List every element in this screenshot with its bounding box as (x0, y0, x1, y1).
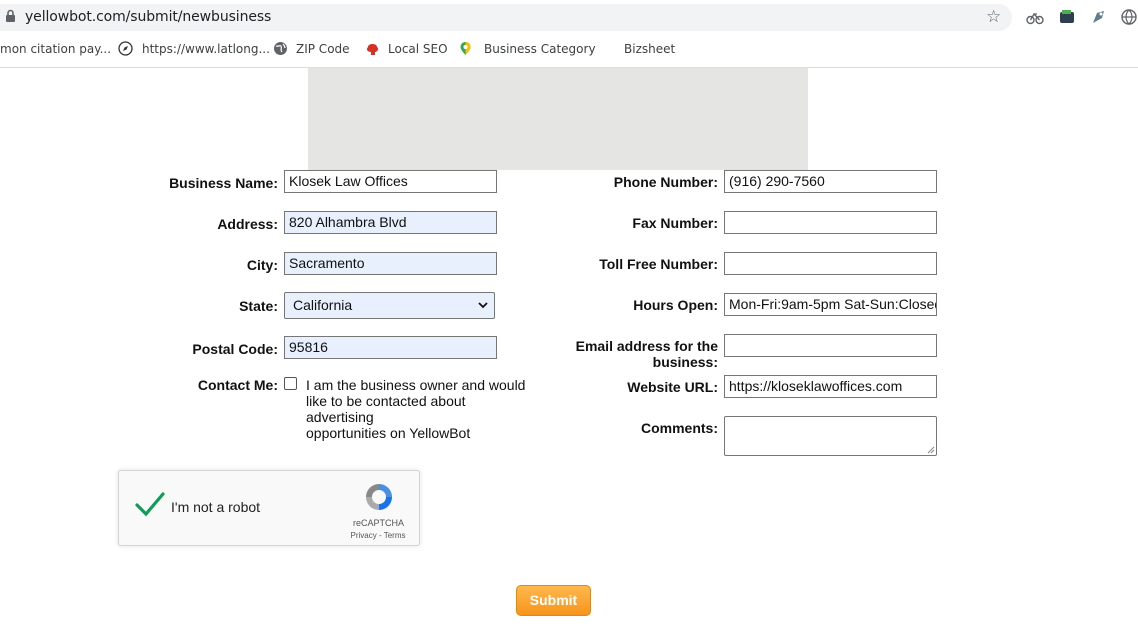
bookmark-latlong[interactable]: https://www.latlong... (142, 42, 270, 56)
fax-label: Fax Number: (632, 215, 718, 231)
bookmark-bizsheet[interactable]: Bizsheet (624, 42, 675, 56)
globe-extension-icon[interactable] (1120, 8, 1138, 26)
bookmark-local-seo[interactable]: Local SEO (388, 42, 448, 56)
contact-me-description: I am the business owner and would like t… (306, 377, 536, 441)
comments-label: Comments: (640, 420, 718, 436)
submit-button[interactable]: Submit (516, 585, 591, 616)
phone-input[interactable]: (916) 290-7560 (724, 170, 937, 193)
compass-icon (118, 41, 133, 56)
state-select[interactable]: California (284, 292, 495, 319)
recaptcha-logo-icon (366, 484, 392, 510)
globe-icon (274, 42, 287, 55)
email-input[interactable] (724, 334, 937, 357)
hours-label: Hours Open: (633, 297, 718, 313)
address-label: Address: (217, 216, 278, 232)
bookmark-star-icon[interactable]: ☆ (986, 7, 1001, 27)
recaptcha-label: I'm not a robot (171, 499, 261, 515)
contact-me-line-2: like to be contacted about advertising (306, 393, 466, 425)
toll-free-input[interactable] (724, 252, 937, 275)
phone-label: Phone Number: (613, 174, 718, 190)
contact-me-label: Contact Me: (197, 377, 278, 393)
state-selected-value: California (293, 297, 353, 313)
address-input[interactable]: 820 Alhambra Blvd (284, 211, 497, 234)
map-pin-icon (460, 42, 471, 55)
contact-me-checkbox[interactable] (284, 377, 297, 390)
bookmark-zip-code[interactable]: ZIP Code (296, 42, 350, 56)
hours-input[interactable]: Mon-Fri:9am-5pm Sat-Sun:Closed (724, 293, 937, 316)
extension-rocket-icon[interactable] (1090, 8, 1108, 26)
website-label: Website URL: (627, 379, 718, 395)
postal-code-label: Postal Code: (192, 341, 278, 357)
email-label-line-2: business: (652, 354, 718, 370)
comments-textarea[interactable] (724, 416, 937, 456)
recaptcha-privacy-terms[interactable]: Privacy - Terms (348, 531, 408, 540)
extension-wallet-icon[interactable] (1058, 8, 1076, 26)
postal-code-input[interactable]: 95816 (284, 336, 497, 359)
toll-free-label: Toll Free Number: (599, 256, 718, 272)
checkmark-icon[interactable] (135, 491, 165, 517)
ad-placeholder (308, 68, 808, 170)
fax-input[interactable] (724, 211, 937, 234)
contact-me-line-3: opportunities on YellowBot (306, 425, 471, 441)
city-label: City: (246, 257, 278, 273)
bookmark-business-category[interactable]: Business Category (484, 42, 596, 56)
city-input[interactable]: Sacramento (284, 252, 497, 275)
chevron-down-icon (478, 302, 488, 309)
website-input[interactable]: https://kloseklawoffices.com (724, 375, 937, 398)
recaptcha-widget: I'm not a robot reCAPTCHA Privacy - Term… (118, 470, 420, 546)
url-text[interactable]: yellowbot.com/submit/newbusiness (25, 9, 271, 25)
business-name-label: Business Name: (169, 175, 278, 191)
business-name-input[interactable]: Klosek Law Offices (284, 170, 497, 193)
bookmark-citation[interactable]: mon citation pay... (0, 42, 111, 56)
state-label: State: (239, 298, 278, 314)
contact-me-line-1: I am the business owner and would (306, 377, 526, 393)
red-brain-icon (367, 44, 379, 55)
email-label-line-1: Email address for the (575, 338, 718, 354)
extension-bike-icon[interactable] (1026, 8, 1044, 26)
email-label: Email address for the business: (518, 338, 718, 370)
recaptcha-brand: reCAPTCHA (353, 518, 405, 528)
resize-handle-icon[interactable] (927, 446, 935, 454)
lock-icon (6, 9, 15, 22)
